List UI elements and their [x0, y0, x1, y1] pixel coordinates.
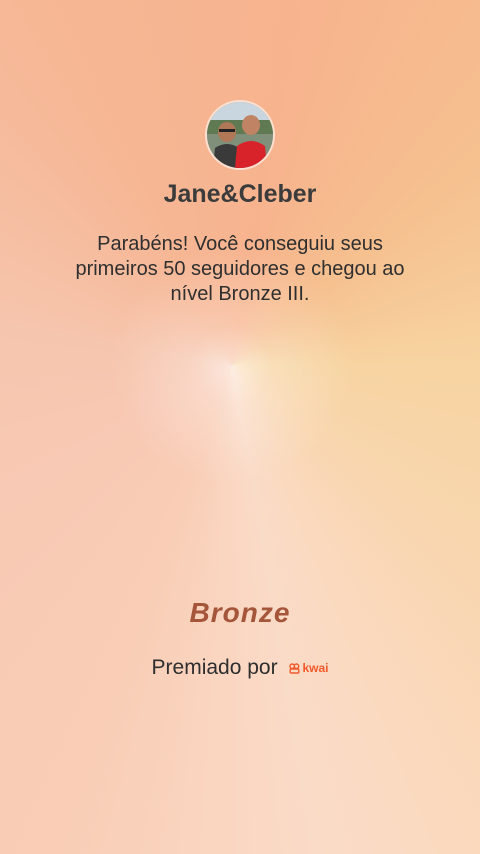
- level-badge: Bronze: [189, 597, 291, 628]
- kwai-brand-text: kwai: [302, 661, 329, 676]
- awarded-by-label: Premiado por: [151, 656, 278, 679]
- avatar: [207, 102, 273, 168]
- kwai-logo: kwai: [289, 661, 328, 675]
- kwai-icon: [289, 663, 300, 674]
- achievement-message: Parabéns! Você conseguiu seus primeiros …: [75, 233, 405, 305]
- profile-name: Jane&Cleber: [163, 180, 317, 208]
- awarded-by: Premiado por kwai: [0, 656, 480, 680]
